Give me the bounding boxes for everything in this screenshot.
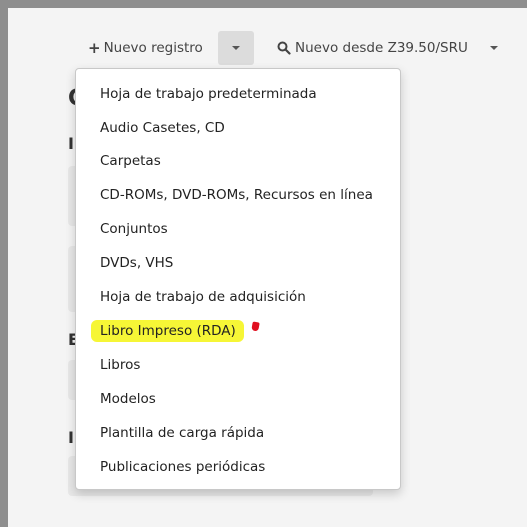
menu-item-fast-add[interactable]: Plantilla de carga rápida bbox=[100, 425, 264, 441]
framework-dropdown-menu: Hoja de trabajo predeterminada Audio Cas… bbox=[75, 68, 401, 490]
menu-item-serials[interactable]: Publicaciones periódicas bbox=[100, 459, 265, 475]
menu-item-acquisition-framework[interactable]: Hoja de trabajo de adquisición bbox=[100, 289, 306, 305]
z3950-caret-down-icon[interactable] bbox=[490, 46, 498, 50]
new-record-label: Nuevo registro bbox=[103, 40, 203, 56]
menu-item-audio-cassettes[interactable]: Audio Casetes, CD bbox=[100, 120, 225, 136]
menu-item-sets[interactable]: Conjuntos bbox=[100, 221, 168, 237]
search-icon bbox=[277, 41, 291, 55]
new-from-z3950-button[interactable]: Nuevo desde Z39.50/SRU bbox=[277, 38, 468, 58]
menu-item-cdroms[interactable]: CD-ROMs, DVD-ROMs, Recursos en línea bbox=[100, 187, 373, 203]
menu-item-models[interactable]: Modelos bbox=[100, 391, 156, 407]
menu-item-dvds[interactable]: DVDs, VHS bbox=[100, 255, 173, 271]
section-label-partial: I bbox=[68, 134, 74, 153]
menu-item-folders[interactable]: Carpetas bbox=[100, 153, 161, 169]
new-record-button[interactable]: + Nuevo registro bbox=[88, 38, 203, 58]
menu-item-default-framework[interactable]: Hoja de trabajo predeterminada bbox=[100, 86, 317, 102]
section-label-partial: I bbox=[68, 428, 74, 447]
caret-down-icon bbox=[232, 46, 240, 50]
menu-item-printed-book-rda[interactable]: Libro Impreso (RDA) bbox=[100, 323, 236, 339]
new-record-dropdown-toggle[interactable] bbox=[218, 31, 254, 65]
new-from-z3950-label: Nuevo desde Z39.50/SRU bbox=[295, 40, 468, 56]
menu-item-books[interactable]: Libros bbox=[100, 357, 140, 373]
red-mark-annotation bbox=[251, 321, 260, 332]
plus-icon: + bbox=[88, 39, 101, 57]
